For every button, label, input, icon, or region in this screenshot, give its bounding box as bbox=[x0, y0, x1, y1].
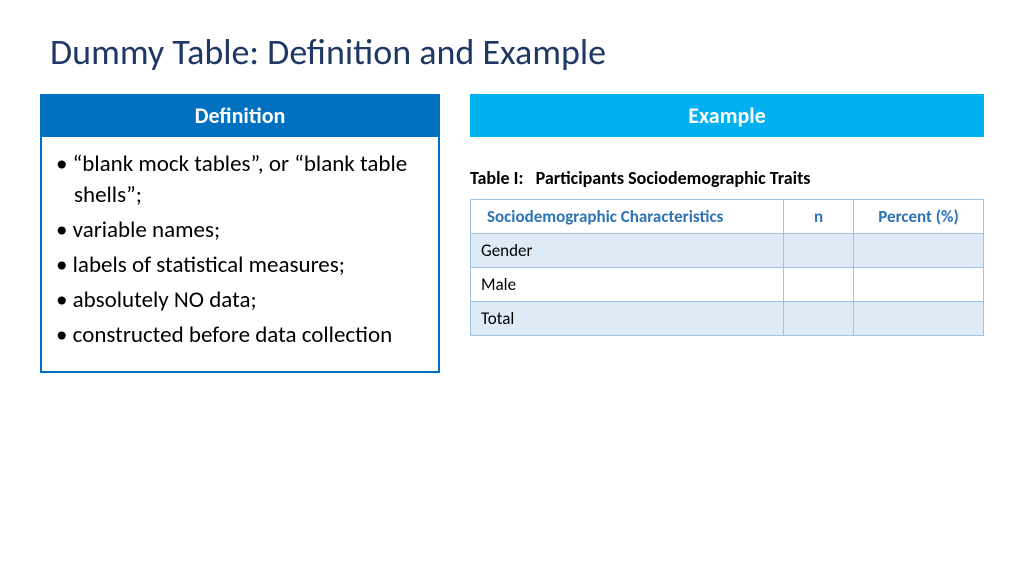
cell-label: Male bbox=[471, 268, 784, 302]
list-item: constructed before data collection bbox=[56, 320, 424, 351]
list-item: labels of statistical measures; bbox=[56, 250, 424, 281]
cell-label: Total bbox=[471, 302, 784, 336]
cell-n bbox=[784, 234, 854, 268]
list-item: “blank mock tables”, or “blank table she… bbox=[56, 149, 424, 211]
table-header-row: Sociodemographic Characteristics n Perce… bbox=[471, 200, 984, 234]
definition-header: Definition bbox=[40, 94, 440, 137]
cell-n bbox=[784, 302, 854, 336]
demographics-table: Sociodemographic Characteristics n Perce… bbox=[470, 199, 984, 336]
page-title: Dummy Table: Definition and Example bbox=[50, 30, 984, 74]
definition-body: “blank mock tables”, or “blank table she… bbox=[40, 137, 440, 373]
example-panel: Example Table I: Participants Sociodemog… bbox=[470, 94, 984, 373]
table-row: Male bbox=[471, 268, 984, 302]
definition-list: “blank mock tables”, or “blank table she… bbox=[56, 149, 424, 351]
cell-n bbox=[784, 268, 854, 302]
table-row: Gender bbox=[471, 234, 984, 268]
list-item: variable names; bbox=[56, 215, 424, 246]
cell-pct bbox=[854, 234, 984, 268]
table-row: Total bbox=[471, 302, 984, 336]
col-header-n: n bbox=[784, 200, 854, 234]
cell-pct bbox=[854, 302, 984, 336]
content-columns: Definition “blank mock tables”, or “blan… bbox=[40, 94, 984, 373]
example-body: Table I: Participants Sociodemographic T… bbox=[470, 137, 984, 336]
definition-panel: Definition “blank mock tables”, or “blan… bbox=[40, 94, 440, 373]
list-item: absolutely NO data; bbox=[56, 285, 424, 316]
example-header: Example bbox=[470, 94, 984, 137]
cell-label: Gender bbox=[471, 234, 784, 268]
col-header-characteristics: Sociodemographic Characteristics bbox=[471, 200, 784, 234]
cell-pct bbox=[854, 268, 984, 302]
col-header-percent: Percent (%) bbox=[854, 200, 984, 234]
table-title: Table I: Participants Sociodemographic T… bbox=[470, 167, 984, 189]
